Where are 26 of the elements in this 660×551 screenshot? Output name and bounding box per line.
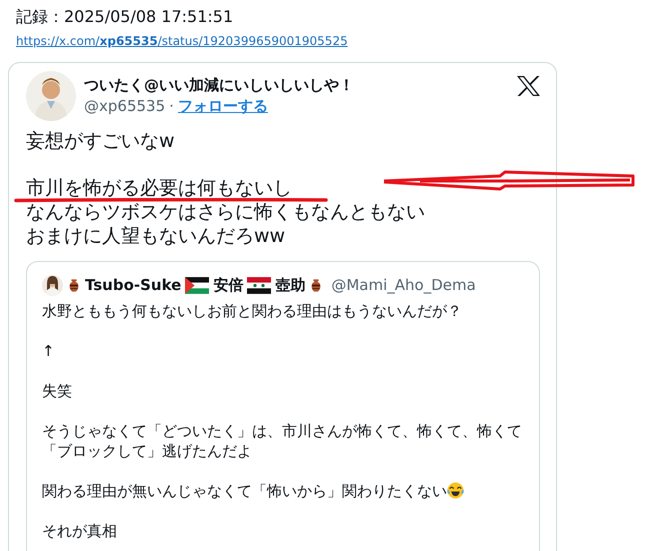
x-logo-icon xyxy=(516,75,540,97)
tweet-text-line: なんならツボスケはさらに怖くもなんともない xyxy=(26,200,425,224)
author-name: ついたく@いい加減にいしいしいしや！ xyxy=(84,75,355,95)
quoted-tweet-text: そうじゃなくて「どついたく」は、市川さんが怖くて、怖くて、怖くて 「ブロックして」逃げたんだよ xyxy=(42,420,523,460)
quoted-tweet-text: 水野とももう何もないしお前と関わる理由はもうないんだが？ xyxy=(42,300,463,320)
quoted-author-name: 安倍 xyxy=(213,275,244,296)
quoted-author-name: Tsubo-Suke xyxy=(85,275,182,296)
flag-icon xyxy=(247,276,272,294)
tweet-text-line: 妄想がすごいなw xyxy=(26,129,175,153)
quoted-tweet-text: 失笑 xyxy=(42,380,73,400)
amphora-icon xyxy=(67,276,81,294)
laughing-tears-icon xyxy=(447,482,464,498)
quoted-author-handle: @Mami_Aho_Dema xyxy=(331,275,476,296)
status-link[interactable]: https://x.com/xp65535/status/1920399659001905525 xyxy=(8,32,348,50)
author-handle: @xp65535 xyxy=(84,96,166,117)
tweet-text-line: 市川を怖がる必要は何もないし xyxy=(26,176,292,200)
record-timestamp: 記録：2025/05/08 17:51:51 xyxy=(15,6,234,28)
follow-link[interactable]: フォローする xyxy=(178,95,268,118)
flag-icon xyxy=(185,276,210,294)
tweet-text-line: おまけに人望もないんだろww xyxy=(26,224,286,248)
amphora-icon xyxy=(309,276,324,294)
quoted-tweet-text: ↑ xyxy=(42,340,56,360)
quoted-tweet-text: 関わる理由が無いんじゃなくて「怖いから」関わりたくない xyxy=(42,480,524,500)
quoted-author-name: 壺助 xyxy=(275,275,306,296)
separator-dot: · xyxy=(169,96,174,117)
quoted-tweet-text: それが真相 xyxy=(42,520,118,540)
